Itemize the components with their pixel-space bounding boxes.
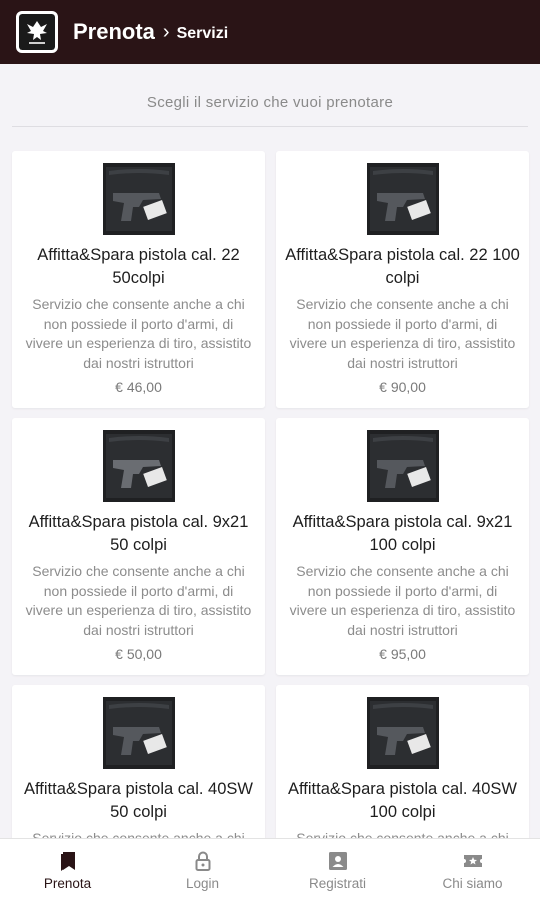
breadcrumb-servizi: Servizi [176,24,229,42]
service-description: Servizio che consente anche a chi non po… [32,830,245,838]
service-card[interactable]: Affitta&Spara pistola cal. 22 100 colpi … [276,151,529,408]
nav-item-login[interactable]: Login [135,839,270,901]
service-price: € 50,00 [115,646,162,662]
service-card[interactable]: Affitta&Spara pistola cal. 40SW 100 colp… [276,685,529,838]
service-title: Affitta&Spara pistola cal. 40SW 100 colp… [288,780,517,821]
service-description: Servizio che consente anche a chi non po… [289,563,516,638]
nav-label: Chi siamo [442,875,503,891]
service-title: Affitta&Spara pistola cal. 40SW 50 colpi [24,780,253,821]
service-description: Servizio che consente anche a chi non po… [289,296,516,371]
bookmark-icon [60,851,75,871]
service-price: € 46,00 [115,379,162,395]
service-title: Affitta&Spara pistola cal. 9x21 50 colpi [28,513,249,554]
page-instruction: Scegli il servizio che vuoi prenotare [12,64,528,127]
bottom-navigation: Prenota Login Registrati Chi siamo [0,838,540,901]
eagle-logo-icon [19,14,55,50]
breadcrumb-separator: › [162,20,170,43]
services-page: Scegli il servizio che vuoi prenotare Af… [0,64,540,838]
pistol-case-icon [102,430,175,502]
nav-label: Prenota [43,875,92,891]
lock-icon [195,851,210,871]
nav-label: Login [185,875,220,891]
pistol-case-icon [366,163,439,235]
nav-item-chi-siamo[interactable]: Chi siamo [405,839,540,901]
service-title: Affitta&Spara pistola cal. 9x21 100 colp… [292,513,513,554]
nav-label: Registrati [308,875,367,891]
user-card-icon [328,851,347,870]
services-grid: Affitta&Spara pistola cal. 22 50colpi Se… [12,151,529,838]
nav-item-registrati[interactable]: Registrati [270,839,405,901]
service-card[interactable]: Affitta&Spara pistola cal. 40SW 50 colpi… [12,685,265,838]
app-header: Prenota › Servizi [0,0,540,64]
service-price: € 95,00 [379,646,426,662]
nav-item-prenota[interactable]: Prenota [0,839,135,901]
pistol-case-icon [366,430,439,502]
service-card[interactable]: Affitta&Spara pistola cal. 9x21 100 colp… [276,418,529,675]
pistol-case-icon [102,697,175,769]
pistol-case-icon [366,697,439,769]
service-description: Servizio che consente anche a chi non po… [25,296,252,371]
service-description: Servizio che consente anche a chi non po… [296,830,509,838]
service-title: Affitta&Spara pistola cal. 22 50colpi [37,246,240,287]
service-card[interactable]: Affitta&Spara pistola cal. 22 50colpi Se… [12,151,265,408]
pistol-case-icon [102,163,175,235]
app-logo[interactable] [16,11,58,53]
breadcrumb-prenota[interactable]: Prenota [73,19,155,45]
service-description: Servizio che consente anche a chi non po… [25,563,252,638]
service-title: Affitta&Spara pistola cal. 22 100 colpi [285,246,520,287]
service-card[interactable]: Affitta&Spara pistola cal. 9x21 50 colpi… [12,418,265,675]
service-price: € 90,00 [379,379,426,395]
ticket-star-icon [463,854,482,867]
